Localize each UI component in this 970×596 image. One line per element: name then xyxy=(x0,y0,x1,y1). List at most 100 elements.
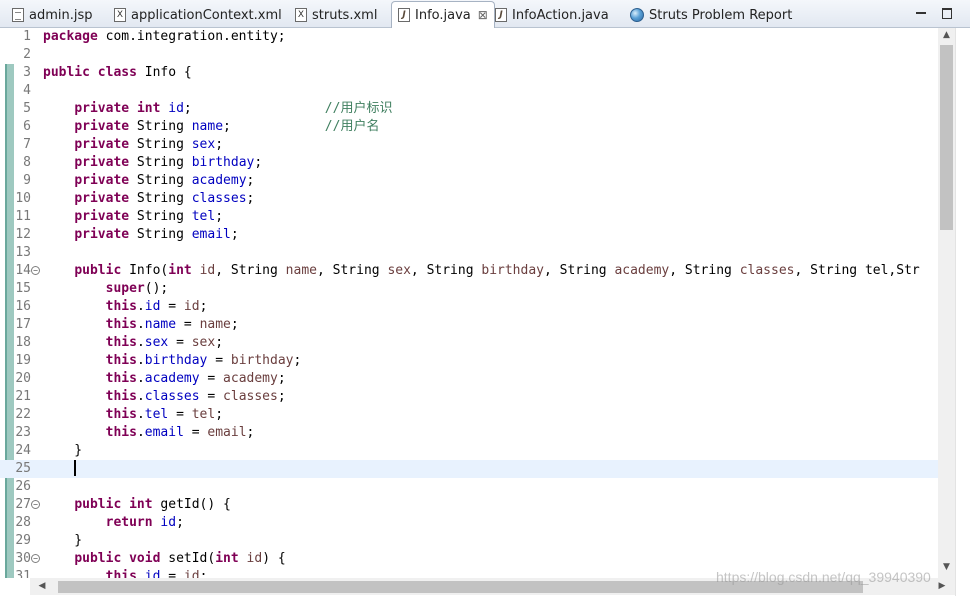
code-line[interactable]: 5 private int id; //用户标识 xyxy=(0,100,938,118)
watermark: https://blog.csdn.net/qq_39940390 xyxy=(716,569,931,585)
code-editor[interactable]: 1 package com.integration.entity; 2 3 public… xyxy=(0,28,938,578)
code-text: } xyxy=(43,443,83,458)
code-text: private String birthday; xyxy=(74,155,263,170)
code-line[interactable]: 13 xyxy=(0,244,938,262)
code-line[interactable]: 6 private String name; //用户名 xyxy=(0,118,938,136)
fold-toggle-icon[interactable]: − xyxy=(31,266,40,275)
code-text: this.email = email; xyxy=(105,425,255,440)
tab-struts-problem-report[interactable]: Struts Problem Report xyxy=(624,2,798,28)
minimize-icon[interactable] xyxy=(913,5,929,21)
java-file-icon: J xyxy=(495,8,507,22)
code-line[interactable]: 28 return id; xyxy=(0,514,938,532)
code-line[interactable]: 17 this.name = name; xyxy=(0,316,938,334)
line-number: 23 xyxy=(15,425,31,440)
code-text: private String tel; xyxy=(74,209,224,224)
editor-tab-bar: admin.jsp X applicationContext.xml X str… xyxy=(0,0,970,28)
line-number: 3 xyxy=(23,65,31,80)
globe-icon xyxy=(630,8,644,22)
line-number: 13 xyxy=(15,245,31,260)
tab-label: applicationContext.xml xyxy=(131,7,282,23)
code-line[interactable]: 21 this.classes = classes; xyxy=(0,388,938,406)
line-number: 31 xyxy=(15,569,31,578)
code-text: super(); xyxy=(105,281,169,296)
code-line[interactable]: 20 this.academy = academy; xyxy=(0,370,938,388)
tab-info-java[interactable]: J Info.java ⊠ xyxy=(391,1,495,28)
code-text: } xyxy=(43,533,83,548)
code-line[interactable]: 9 private String academy; xyxy=(0,172,938,190)
tab-label: struts.xml xyxy=(312,7,378,23)
line-number: 5 xyxy=(23,101,31,116)
line-number: 27 xyxy=(15,497,31,512)
line-number: 15 xyxy=(15,281,31,296)
tab-info-action-java[interactable]: J InfoAction.java xyxy=(489,2,615,28)
line-number: 28 xyxy=(15,515,31,530)
xml-file-icon: X xyxy=(114,8,126,22)
code-text: private String email; xyxy=(74,227,239,242)
code-line[interactable]: 26 xyxy=(0,478,938,496)
line-number: 1 xyxy=(23,29,31,44)
line-number: 24 xyxy=(15,443,31,458)
line-number: 11 xyxy=(15,209,31,224)
code-line[interactable]: 27− public int getId() { xyxy=(0,496,938,514)
vertical-scroll-thumb[interactable] xyxy=(940,45,953,230)
scroll-down-icon[interactable]: ▼ xyxy=(940,562,953,572)
line-number: 12 xyxy=(15,227,31,242)
code-text: this.sex = sex; xyxy=(105,335,224,350)
maximize-icon[interactable] xyxy=(939,5,955,21)
line-number: 29 xyxy=(15,533,31,548)
code-text: this.tel = tel; xyxy=(105,407,224,422)
fold-toggle-icon[interactable]: − xyxy=(31,554,40,563)
code-line[interactable]: 3 public class Info { xyxy=(0,64,938,82)
scroll-up-icon[interactable]: ▲ xyxy=(940,30,953,40)
line-number: 17 xyxy=(15,317,31,332)
line-number: 6 xyxy=(23,119,31,134)
tab-label: InfoAction.java xyxy=(512,7,609,23)
scroll-right-icon[interactable]: ▶ xyxy=(936,581,948,591)
code-line[interactable]: 8 private String birthday; xyxy=(0,154,938,172)
line-number: 7 xyxy=(23,137,31,152)
vertical-scrollbar[interactable]: ▲ ▼ xyxy=(938,28,955,578)
code-text: this.birthday = birthday; xyxy=(105,353,302,368)
code-line[interactable]: 23 this.email = email; xyxy=(0,424,938,442)
code-line[interactable]: 22 this.tel = tel; xyxy=(0,406,938,424)
code-text: private int id; //用户标识 xyxy=(74,101,393,116)
tab-admin-jsp[interactable]: admin.jsp xyxy=(6,2,99,28)
code-line[interactable]: 24 } xyxy=(0,442,938,460)
code-line[interactable]: 25 xyxy=(0,460,938,478)
line-number: 22 xyxy=(15,407,31,422)
code-text: this.id = id; xyxy=(105,569,208,578)
code-line[interactable]: 1 package com.integration.entity; xyxy=(0,28,938,46)
code-line[interactable]: 12 private String email; xyxy=(0,226,938,244)
code-line[interactable]: 10 private String classes; xyxy=(0,190,938,208)
xml-file-icon: X xyxy=(295,8,307,22)
code-line[interactable]: 4 xyxy=(0,82,938,100)
code-line[interactable]: 11 private String tel; xyxy=(0,208,938,226)
code-line[interactable]: 15 super(); xyxy=(0,280,938,298)
line-number: 20 xyxy=(15,371,31,386)
code-line[interactable]: 14− public Info(int id, String name, Str… xyxy=(0,262,938,280)
fold-toggle-icon[interactable]: − xyxy=(31,500,40,509)
code-text: this.classes = classes; xyxy=(105,389,286,404)
code-line[interactable]: 30− public void setId(int id) { xyxy=(0,550,938,568)
scroll-left-icon[interactable]: ◀ xyxy=(36,581,48,591)
line-number: 9 xyxy=(23,173,31,188)
code-line[interactable]: 7 private String sex; xyxy=(0,136,938,154)
tab-struts-xml[interactable]: X struts.xml xyxy=(289,2,383,28)
code-line[interactable]: 19 this.birthday = birthday; xyxy=(0,352,938,370)
tab-application-context-xml[interactable]: X applicationContext.xml xyxy=(108,2,288,28)
line-number: 4 xyxy=(23,83,31,98)
code-line[interactable]: 18 this.sex = sex; xyxy=(0,334,938,352)
line-number: 10 xyxy=(15,191,31,206)
code-text: public Info(int id, String name, String … xyxy=(74,263,920,278)
line-number: 2 xyxy=(23,47,31,62)
line-number: 30 xyxy=(15,551,31,566)
close-tab-icon[interactable]: ⊠ xyxy=(478,8,488,22)
code-line[interactable]: 2 xyxy=(0,46,938,64)
code-text xyxy=(43,460,77,479)
code-text: public int getId() { xyxy=(74,497,231,512)
code-line[interactable]: 16 this.id = id; xyxy=(0,298,938,316)
line-number: 21 xyxy=(15,389,31,404)
code-line[interactable]: 29 } xyxy=(0,532,938,550)
line-number: 18 xyxy=(15,335,31,350)
code-text: package com.integration.entity; xyxy=(43,29,286,44)
